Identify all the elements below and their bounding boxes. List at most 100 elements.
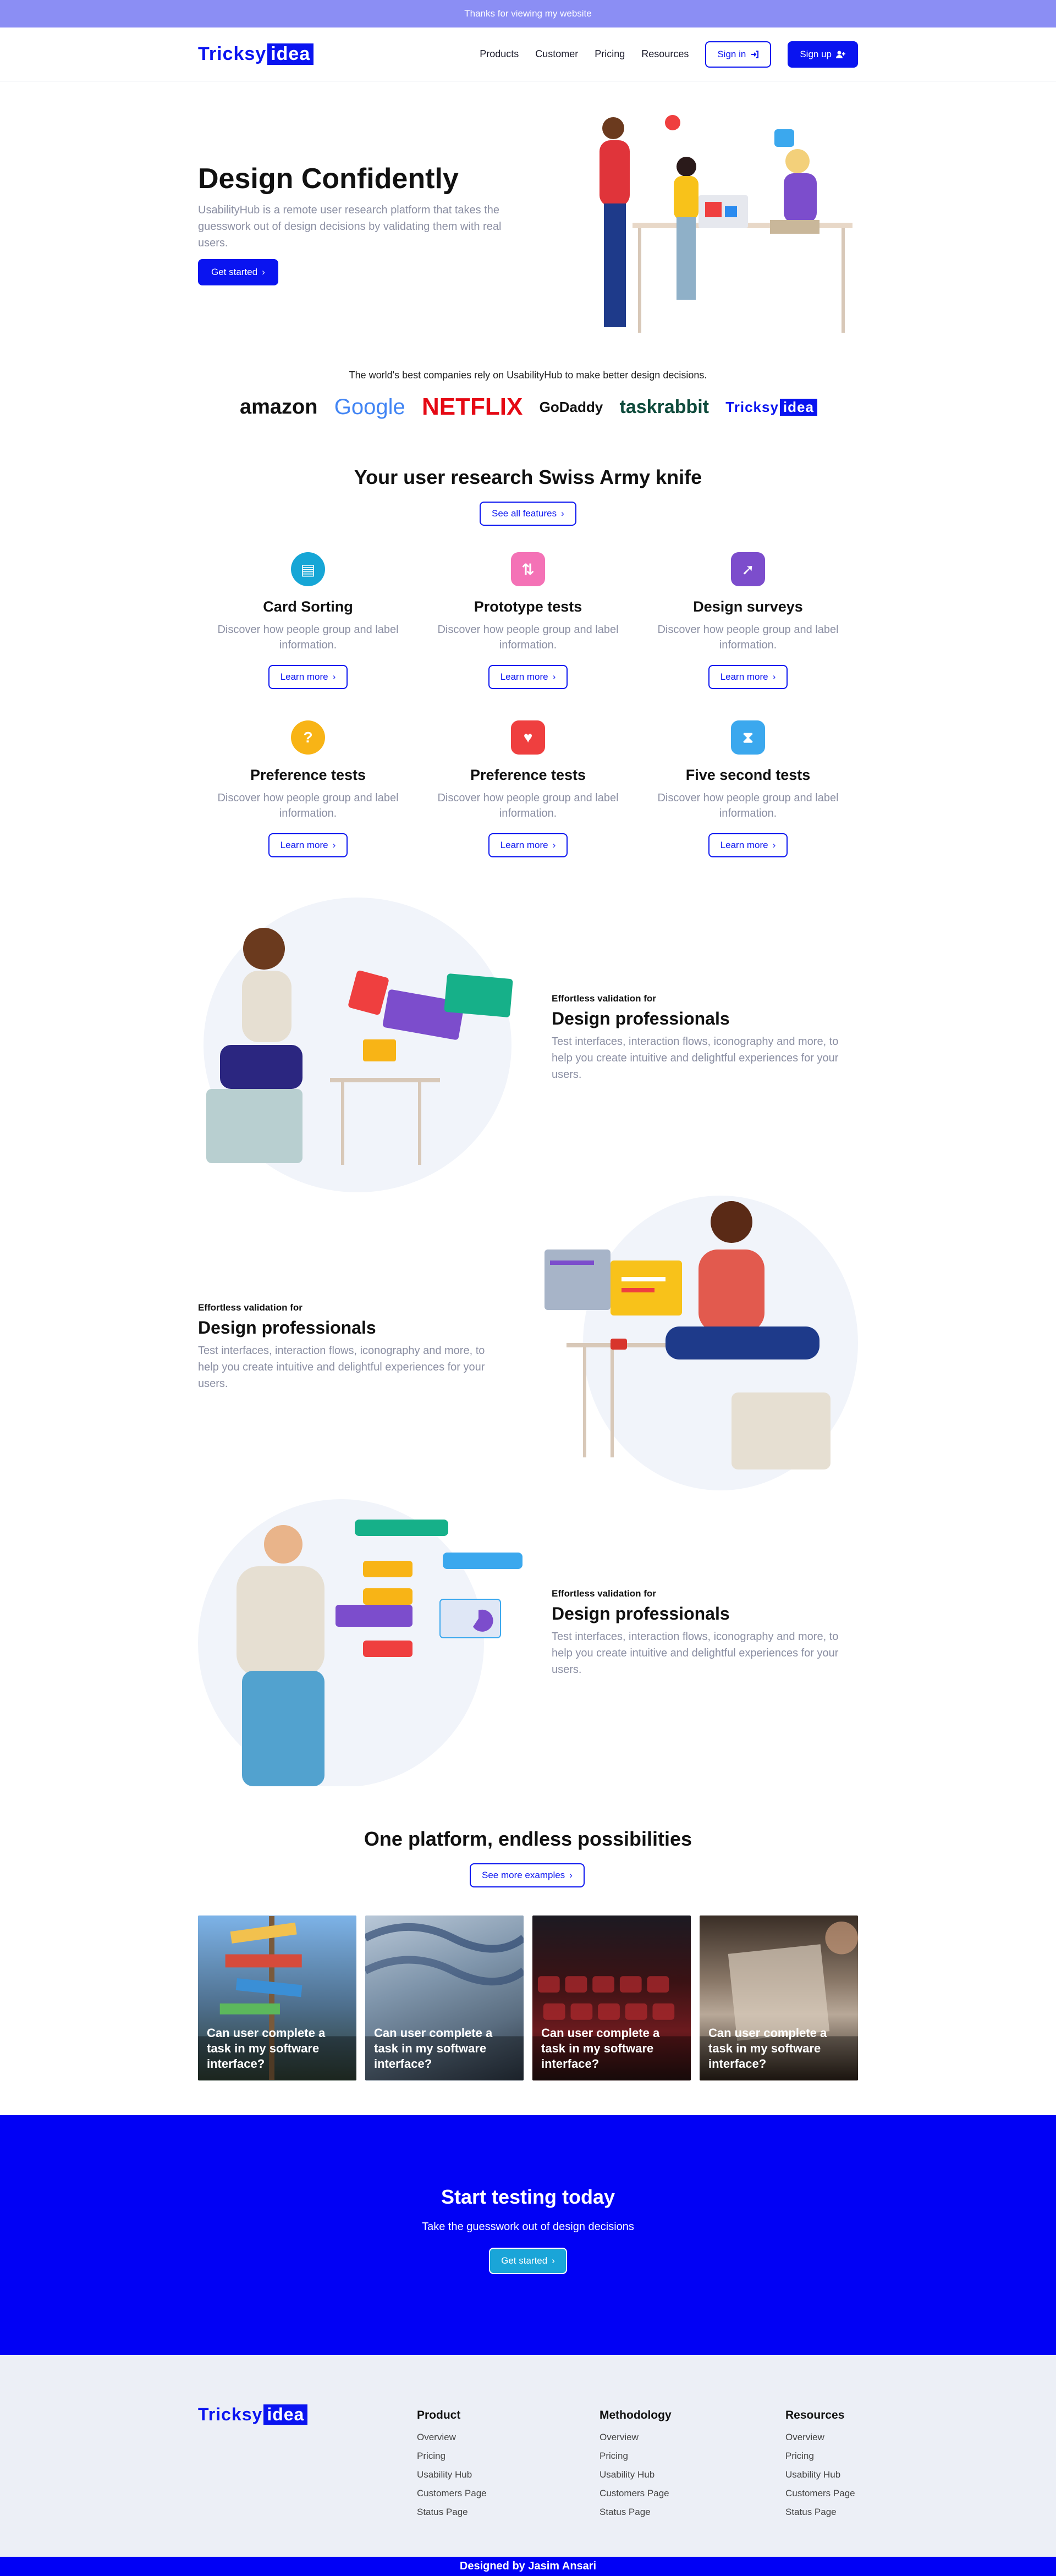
example-card-fabric[interactable]: Can user complete a task in my software … — [365, 1916, 524, 2080]
card-caption: Can user complete a task in my software … — [708, 2026, 827, 2071]
feature-design-surveys: ➚ Design surveys Discover how people gro… — [649, 552, 847, 689]
logo-part1: Tricksy — [198, 43, 267, 64]
footer-link[interactable]: Usability Hub — [417, 2469, 487, 2480]
chevron-right-icon: › — [332, 671, 336, 682]
example-card-signpost[interactable]: Can user complete a task in my software … — [198, 1916, 356, 2080]
card-caption: Can user complete a task in my software … — [541, 2026, 660, 2071]
footer-link[interactable]: Customers Page — [600, 2488, 672, 2499]
sign-up-label: Sign up — [800, 48, 832, 59]
footer-link[interactable]: Usability Hub — [600, 2469, 672, 2480]
feature-title: Five second tests — [685, 767, 811, 783]
nav-link-pricing[interactable]: Pricing — [595, 48, 625, 60]
learn-more-label: Learn more — [720, 840, 768, 850]
footer-link[interactable]: Pricing — [600, 2451, 672, 2462]
validation-subtitle: Effortless validation for — [552, 993, 656, 1004]
godaddy-logo: GoDaddy — [539, 398, 603, 415]
banner-text: Thanks for viewing my website — [464, 8, 592, 19]
top-banner: Thanks for viewing my website — [0, 0, 1056, 27]
page: Thanks for viewing my website Tricksy id… — [0, 0, 1056, 2576]
see-more-examples-label: See more examples — [482, 1870, 565, 1880]
cta-section: Start testing today Take the guesswork o… — [0, 2115, 1056, 2355]
chevron-right-icon: › — [262, 267, 265, 277]
developer-illustration — [544, 1196, 858, 1490]
nav-link-products[interactable]: Products — [480, 48, 519, 60]
feature-desc: Discover how people group and label info… — [657, 624, 839, 651]
learn-more-button[interactable]: Learn more › — [488, 833, 568, 857]
example-card-notebook[interactable]: Can user complete a task in my software … — [700, 1916, 858, 2080]
prototype-icon: ⇅ — [511, 552, 545, 586]
footer-link[interactable]: Customers Page — [417, 2488, 487, 2499]
see-more-examples-button[interactable]: See more examples › — [470, 1863, 585, 1887]
see-all-features-button[interactable]: See all features › — [480, 502, 576, 526]
footer-link[interactable]: Overview — [600, 2432, 672, 2443]
footer-logo[interactable]: Tricksy idea — [198, 2404, 308, 2425]
learn-more-label: Learn more — [500, 840, 548, 850]
card-caption: Can user complete a task in my software … — [374, 2026, 493, 2071]
learn-more-button[interactable]: Learn more › — [268, 833, 348, 857]
footer-link[interactable]: Pricing — [785, 2451, 855, 2462]
footer-link[interactable]: Overview — [417, 2432, 487, 2443]
validation-block-2: Effortless validation for Design profess… — [198, 1195, 858, 1491]
chevron-right-icon: › — [561, 508, 564, 519]
validation-title: Design professionals — [198, 1318, 376, 1337]
footer: Tricksy idea Product Overview Pricing Us… — [0, 2355, 1056, 2557]
feature-prototype-tests: ⇅ Prototype tests Discover how people gr… — [429, 552, 627, 689]
sign-in-button[interactable]: Sign in — [705, 41, 772, 68]
feature-title: Card Sorting — [263, 598, 353, 615]
validation-desc: Test interfaces, interaction flows, icon… — [552, 1036, 839, 1081]
validation-subtitle: Effortless validation for — [552, 1588, 656, 1599]
netflix-logo: NETFLIX — [422, 393, 523, 420]
nav-link-resources[interactable]: Resources — [641, 48, 689, 60]
learn-more-label: Learn more — [500, 671, 548, 682]
validation-subtitle: Effortless validation for — [198, 1302, 302, 1313]
validation-desc: Test interfaces, interaction flows, icon… — [552, 1631, 839, 1676]
google-logo: Google — [334, 394, 405, 419]
card-caption: Can user complete a task in my software … — [207, 2026, 326, 2071]
cta-subtitle: Take the guesswork out of design decisio… — [422, 2221, 634, 2233]
credit-bar: Designed by Jasim Ansari — [0, 2557, 1056, 2576]
cta-get-started-button[interactable]: Get started › — [489, 2248, 567, 2274]
learn-more-button[interactable]: Learn more › — [708, 665, 788, 689]
feature-desc: Discover how people group and label info… — [217, 624, 399, 651]
learn-more-label: Learn more — [280, 840, 328, 850]
footer-link[interactable]: Status Page — [600, 2507, 672, 2518]
get-started-button[interactable]: Get started › — [198, 259, 278, 285]
sign-up-button[interactable]: Sign up — [788, 41, 858, 68]
feature-title: Design surveys — [693, 598, 803, 615]
logo-part1: Tricksy — [198, 2404, 263, 2424]
footer-link[interactable]: Customers Page — [785, 2488, 855, 2499]
footer-link[interactable]: Status Page — [785, 2507, 855, 2518]
feature-title: Prototype tests — [474, 598, 582, 615]
learn-more-button[interactable]: Learn more › — [268, 665, 348, 689]
feature-title: Preference tests — [470, 767, 586, 783]
hero-title: Design Confidently — [198, 163, 459, 195]
brand-logos: amazon Google NETFLIX GoDaddy taskrabbit… — [240, 390, 817, 423]
feature-desc: Discover how people group and label info… — [217, 792, 399, 819]
learn-more-button[interactable]: Learn more › — [488, 665, 568, 689]
question-icon: ? — [291, 720, 325, 755]
example-card-theater[interactable]: Can user complete a task in my software … — [532, 1916, 691, 2080]
taskrabbit-logo: taskrabbit — [619, 396, 710, 417]
nav-link-customer[interactable]: Customer — [535, 48, 578, 60]
example-cards: Can user complete a task in my software … — [198, 1916, 858, 2080]
see-all-features-label: See all features — [492, 508, 557, 519]
footer-link[interactable]: Usability Hub — [785, 2469, 855, 2480]
footer-column-title: Resources — [785, 2409, 845, 2421]
idea-text: idea — [779, 398, 817, 416]
validation-text-1: Effortless validation for Design profess… — [552, 993, 854, 1083]
validation-block-3: Effortless validation for Design profess… — [198, 1495, 858, 1786]
validation-text-2: Effortless validation for Design profess… — [198, 1302, 501, 1392]
learn-more-label: Learn more — [280, 671, 328, 682]
footer-link[interactable]: Overview — [785, 2432, 855, 2443]
validation-text-3: Effortless validation for Design profess… — [552, 1588, 854, 1678]
sign-in-label: Sign in — [717, 48, 746, 59]
footer-link[interactable]: Pricing — [417, 2451, 487, 2462]
validation-title: Design professionals — [552, 1604, 730, 1623]
footer-link[interactable]: Status Page — [417, 2507, 487, 2518]
chevron-right-icon: › — [772, 671, 776, 682]
learn-more-button[interactable]: Learn more › — [708, 833, 788, 857]
brand-logo[interactable]: Tricksy idea — [198, 43, 314, 65]
validation-block-1: Effortless validation for Design profess… — [198, 896, 858, 1193]
chevron-right-icon: › — [552, 2255, 555, 2266]
learn-more-label: Learn more — [720, 671, 768, 682]
